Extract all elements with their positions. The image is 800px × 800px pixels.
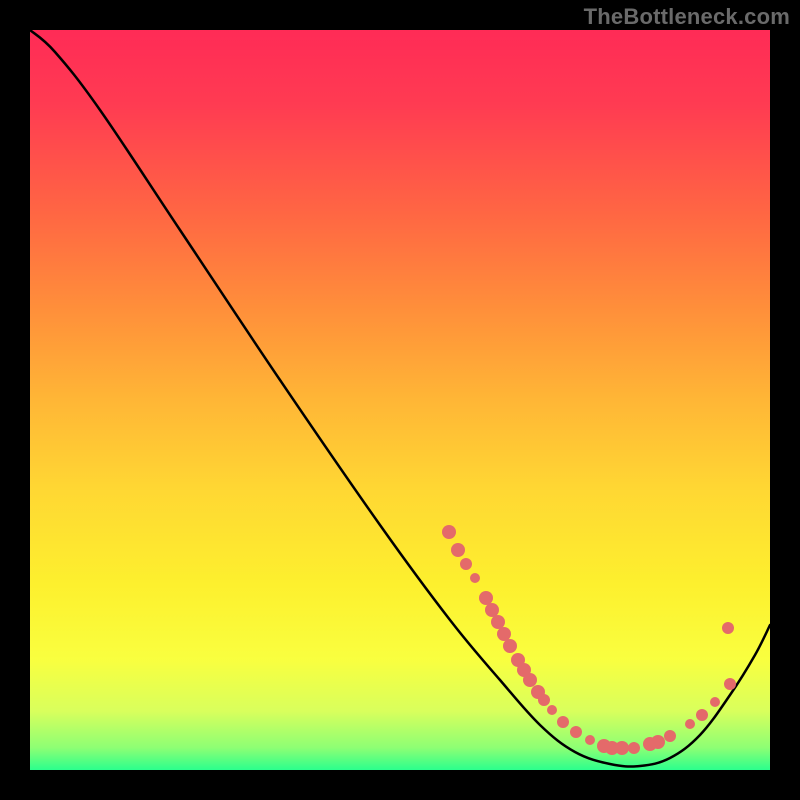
curve-marker	[696, 709, 708, 721]
curve-marker	[503, 639, 517, 653]
curve-marker	[451, 543, 465, 557]
chart-plot-area	[30, 30, 770, 770]
chart-svg	[30, 30, 770, 770]
curve-marker	[570, 726, 582, 738]
curve-marker	[685, 719, 695, 729]
watermark-text: TheBottleneck.com	[584, 4, 790, 30]
curve-marker	[470, 573, 480, 583]
curve-marker	[557, 716, 569, 728]
curve-marker	[615, 741, 629, 755]
curve-marker	[460, 558, 472, 570]
curve-marker	[442, 525, 456, 539]
bottleneck-curve	[30, 30, 770, 767]
curve-marker	[628, 742, 640, 754]
curve-marker	[523, 673, 537, 687]
curve-marker	[547, 705, 557, 715]
curve-marker	[722, 622, 734, 634]
curve-marker	[491, 615, 505, 629]
curve-marker	[479, 591, 493, 605]
curve-marker	[724, 678, 736, 690]
curve-markers	[442, 525, 736, 755]
curve-marker	[651, 735, 665, 749]
curve-marker	[485, 603, 499, 617]
curve-marker	[710, 697, 720, 707]
curve-marker	[585, 735, 595, 745]
curve-marker	[497, 627, 511, 641]
curve-marker	[664, 730, 676, 742]
curve-marker	[538, 694, 550, 706]
